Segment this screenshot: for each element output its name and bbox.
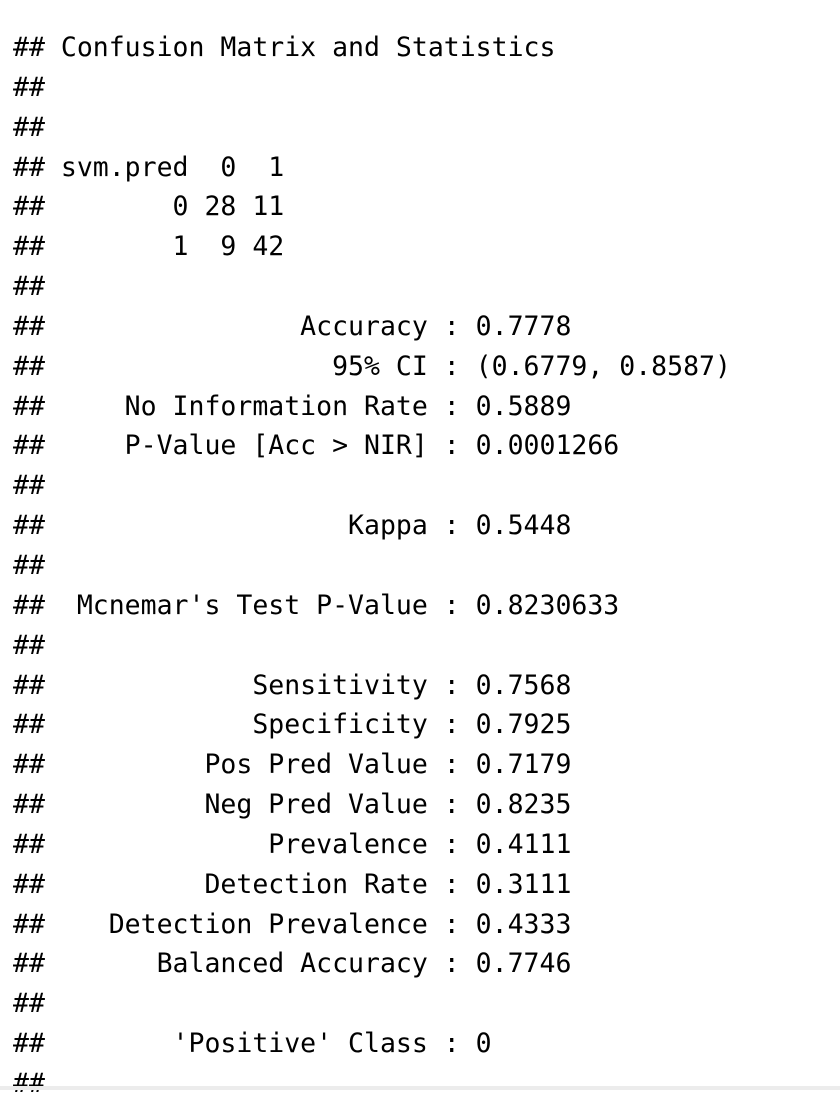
- output-blank-line: ##: [13, 549, 45, 581]
- output-blank-line: ##: [13, 470, 45, 502]
- stat-specificity: ## Specificity : 0.7925: [13, 709, 572, 741]
- output-blank-line: ##: [13, 111, 45, 143]
- output-bottom-divider: [0, 1086, 840, 1090]
- stat-p-value-acc-nir: ## P-Value [Acc > NIR] : 0.0001266: [13, 430, 620, 462]
- stat-balanced-accuracy: ## Balanced Accuracy : 0.7746: [13, 948, 572, 980]
- stat-detection-rate: ## Detection Rate : 0.3111: [13, 868, 572, 900]
- output-blank-line: ##: [13, 271, 45, 303]
- output-blank-line: ##: [13, 629, 45, 661]
- stat-sensitivity: ## Sensitivity : 0.7568: [13, 669, 572, 701]
- r-console-output: ## Confusion Matrix and Statistics ## ##…: [0, 0, 840, 1099]
- confusion-matrix-row-1: ## 1 9 42: [13, 231, 285, 263]
- stat-mcnemar-p-value: ## Mcnemar's Test P-Value : 0.8230633: [13, 589, 620, 621]
- stat-95-ci: ## 95% CI : (0.6779, 0.8587): [13, 350, 731, 382]
- stat-accuracy: ## Accuracy : 0.7778: [13, 310, 572, 342]
- confusion-matrix-row-0: ## 0 28 11: [13, 191, 285, 223]
- output-blank-line: ##: [13, 71, 45, 103]
- output-blank-line: ##: [13, 1067, 45, 1099]
- output-title-line: ## Confusion Matrix and Statistics: [13, 32, 556, 63]
- confusion-matrix-header-row: ## svm.pred 0 1: [13, 151, 285, 183]
- stat-kappa: ## Kappa : 0.5448: [13, 510, 572, 542]
- stat-prevalence: ## Prevalence : 0.4111: [13, 828, 572, 860]
- stat-no-information-rate: ## No Information Rate : 0.5889: [13, 390, 572, 422]
- stat-positive-class: ## 'Positive' Class : 0: [13, 1028, 492, 1060]
- output-blank-line: ##: [13, 988, 45, 1020]
- stat-neg-pred-value: ## Neg Pred Value : 0.8235: [13, 789, 572, 821]
- stat-detection-prevalence: ## Detection Prevalence : 0.4333: [13, 908, 572, 940]
- stat-pos-pred-value: ## Pos Pred Value : 0.7179: [13, 749, 572, 781]
